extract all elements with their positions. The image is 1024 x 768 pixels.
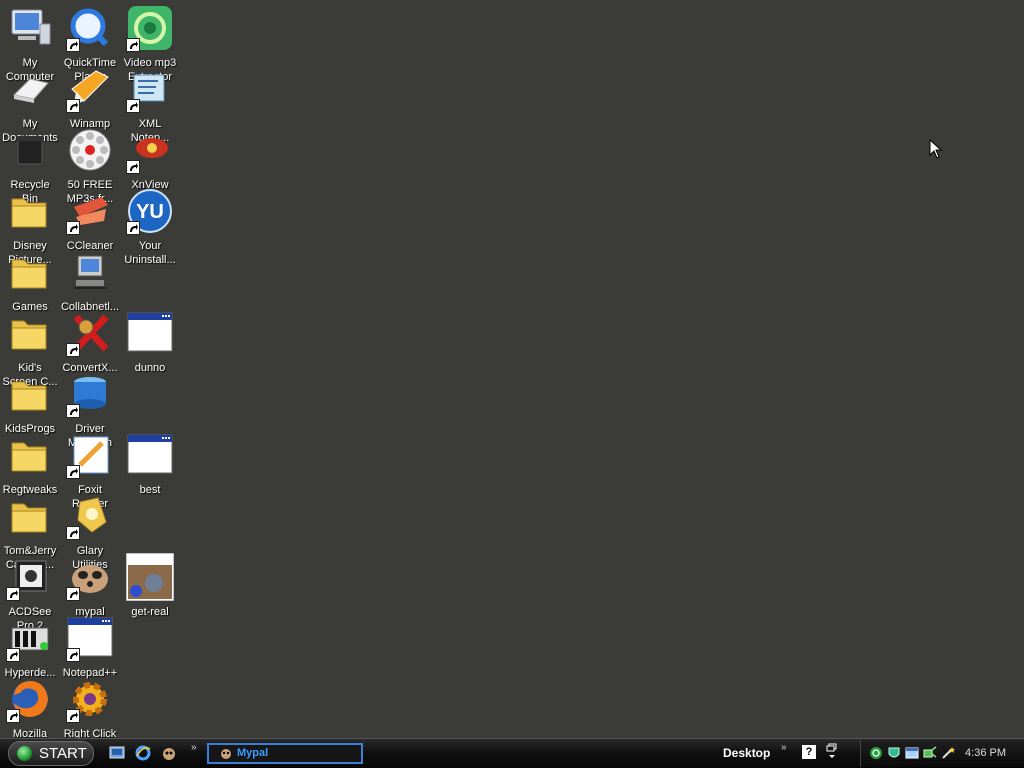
system-tray: 4:36 PM [860, 740, 1024, 767]
shortcut-arrow-icon [66, 404, 80, 418]
shortcut-arrow-icon [6, 648, 20, 662]
shortcut-arrow-icon [66, 343, 80, 357]
winamp-icon [66, 65, 114, 113]
window-icon [126, 309, 174, 357]
tray-window-icon[interactable] [905, 746, 919, 760]
shortcut-arrow-icon [66, 38, 80, 52]
desktop-icon[interactable]: mypal [60, 553, 120, 619]
internet-explorer-icon[interactable] [135, 745, 151, 761]
desktop-icon[interactable]: Winamp [60, 65, 120, 131]
network-computer-icon [66, 248, 114, 296]
my-documents-icon [6, 65, 54, 113]
mypal-quicklaunch-icon[interactable] [161, 745, 177, 761]
desktop-icon[interactable]: Collabnetl... [60, 248, 120, 314]
desktop-icon[interactable]: Notepad++ [60, 614, 120, 680]
shortcut-arrow-icon [66, 709, 80, 723]
help-icon[interactable]: ? [802, 745, 816, 759]
xml-notepad-icon [126, 65, 174, 113]
desktop-icon[interactable]: YU Your Uninstall... [120, 187, 180, 267]
antivirus-icon[interactable] [887, 746, 901, 760]
acdsee-icon [6, 553, 54, 601]
mypal-task-icon [219, 746, 233, 766]
window-icon [66, 614, 114, 662]
shortcut-arrow-icon [126, 38, 140, 52]
recycle-bin-icon [6, 126, 54, 174]
glary-utilities-icon [66, 492, 114, 540]
shortcut-arrow-icon [126, 99, 140, 113]
firefox-icon [6, 675, 54, 723]
network-icon[interactable] [869, 746, 883, 760]
mp3-icon [66, 126, 114, 174]
shortcut-arrow-icon [66, 221, 80, 235]
desktop-icon-label: get-real [131, 606, 169, 618]
desktop-icon-label: Your Uninstall... [124, 240, 176, 266]
quicklaunch-chevron[interactable]: » [191, 742, 196, 753]
quicktime-icon [66, 4, 114, 52]
folder-icon [6, 309, 54, 357]
mouse-cursor-icon [929, 138, 943, 164]
shortcut-arrow-icon [126, 160, 140, 174]
show-desktop-icon[interactable] [109, 745, 125, 761]
video-mp3-icon [126, 4, 174, 52]
shortcut-arrow-icon [66, 587, 80, 601]
desktop-icon[interactable]: Mozilla [0, 675, 60, 741]
restore-icon[interactable] [826, 742, 838, 762]
taskbar-button-mypal[interactable]: Mypal [207, 743, 363, 764]
desktop-icon-label: dunno [134, 362, 166, 374]
folder-icon [6, 370, 54, 418]
hyperdesk-icon [6, 614, 54, 662]
start-label: START [39, 745, 87, 762]
start-orb-icon [17, 746, 32, 761]
mypal-icon [66, 553, 114, 601]
shortcut-arrow-icon [66, 99, 80, 113]
shortcut-arrow-icon [126, 221, 140, 235]
shortcut-arrow-icon [6, 709, 20, 723]
desktop-icon[interactable]: KidsProgs [0, 370, 60, 436]
folder-icon [6, 248, 54, 296]
desktop-icon[interactable]: CCleaner [60, 187, 120, 253]
uninstaller-icon: YU [126, 187, 174, 235]
my-computer-icon [6, 4, 54, 52]
desktop-icon[interactable]: XnView [120, 126, 180, 192]
shortcut-arrow-icon [6, 587, 20, 601]
desktop-icon[interactable]: Regtweaks [0, 431, 60, 497]
window-icon [126, 431, 174, 479]
folder-icon [6, 492, 54, 540]
ccleaner-icon [66, 187, 114, 235]
image-thumbnail-icon [126, 553, 174, 601]
desktop-toolbar-chevron[interactable]: » [781, 742, 786, 753]
shortcut-arrow-icon [66, 648, 80, 662]
wand-icon[interactable] [941, 746, 955, 760]
shortcut-arrow-icon [66, 465, 80, 479]
xnview-icon [126, 126, 174, 174]
svg-text:YU: YU [136, 201, 164, 223]
task-label: Mypal [237, 747, 269, 759]
convertx-icon [66, 309, 114, 357]
desktop-icon-label: best [139, 484, 161, 496]
desktop-icon[interactable]: Right Click [60, 675, 120, 741]
desktop-icon[interactable]: best [120, 431, 180, 497]
folder-icon [6, 187, 54, 235]
desktop-icon[interactable]: Hyperde... [0, 614, 60, 680]
start-button[interactable]: START [8, 741, 94, 766]
desktop-icon[interactable]: dunno [120, 309, 180, 375]
shortcut-arrow-icon [66, 526, 80, 540]
driver-magician-icon [66, 370, 114, 418]
clock: 4:36 PM [965, 747, 1006, 759]
desktop-icon[interactable]: get-real [120, 553, 180, 619]
gear-icon [66, 675, 114, 723]
desktop[interactable]: My ComputerMy DocumentsRecycle BinDisney… [0, 0, 1024, 741]
taskbar: START » Mypal Desktop » ? 4:36 PM [0, 738, 1024, 768]
desktop-icon[interactable]: Games [0, 248, 60, 314]
foxit-reader-icon [66, 431, 114, 479]
folder-icon [6, 431, 54, 479]
desktop-toolbar-label[interactable]: Desktop [723, 746, 770, 760]
connection-icon[interactable] [923, 746, 937, 760]
